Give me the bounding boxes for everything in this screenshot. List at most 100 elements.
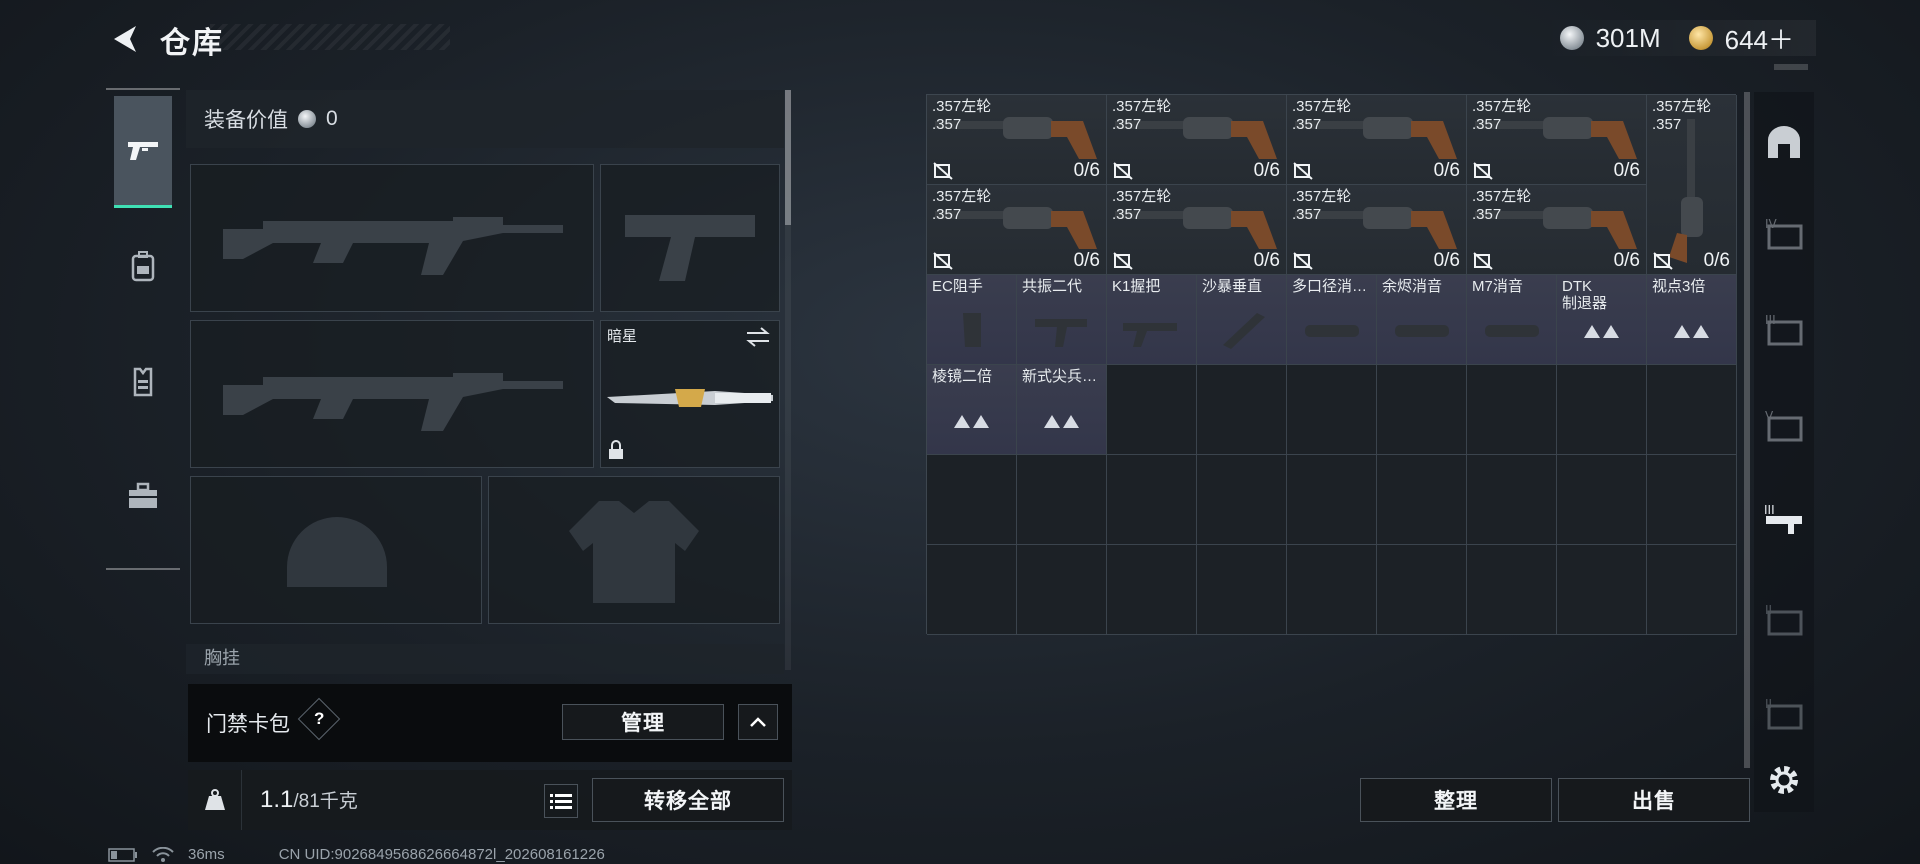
empty-stash-cell[interactable]	[927, 455, 1017, 545]
revolver-item[interactable]: .357左轮 .357 0/6	[1287, 95, 1467, 185]
suppressor-icon	[1395, 325, 1449, 337]
svg-text:IV: IV	[1765, 217, 1778, 231]
empty-stash-cell[interactable]	[1107, 545, 1197, 635]
no-ammo-icon	[1293, 252, 1313, 270]
gold-currency-value[interactable]: 644＋	[1725, 20, 1794, 57]
sell-button[interactable]: 出售	[1558, 778, 1750, 822]
toolbox-icon	[129, 482, 157, 508]
empty-stash-cell[interactable]	[1467, 545, 1557, 635]
weapon-icon	[128, 141, 158, 160]
header-decoration	[1774, 64, 1808, 70]
help-button[interactable]: ?	[297, 697, 341, 741]
empty-stash-cell[interactable]	[1557, 545, 1647, 635]
item-name: .357左轮	[1112, 98, 1172, 115]
attachment-item[interactable]: 共振二代	[1017, 275, 1107, 365]
empty-stash-cell[interactable]	[1467, 455, 1557, 545]
no-ammo-icon	[1653, 252, 1673, 270]
svg-text:II: II	[1765, 697, 1772, 711]
rifle-placeholder-icon	[223, 373, 563, 431]
manage-button[interactable]: 管理	[562, 704, 724, 740]
silver-coin-icon	[298, 110, 316, 128]
attachment-item[interactable]: 多口径消…	[1287, 275, 1377, 365]
revolver-item[interactable]: .357左轮 .357 0/6	[927, 95, 1107, 185]
chest-rig-label: 胸挂	[204, 648, 240, 668]
attachment-item[interactable]: 余烬消音	[1377, 275, 1467, 365]
rail-tab-i[interactable]: II	[1760, 690, 1808, 738]
list-view-button[interactable]	[544, 784, 578, 818]
settings-button[interactable]	[1760, 756, 1808, 804]
attachment-item[interactable]: EC阻手	[927, 275, 1017, 365]
primary-weapon-slot-1[interactable]	[190, 164, 594, 312]
tab-backpack[interactable]	[114, 210, 172, 322]
chest-rig-slot[interactable]: 胸挂	[186, 644, 784, 674]
rail-tab-all[interactable]	[1760, 118, 1808, 166]
rail-tab-ii[interactable]: II	[1760, 596, 1808, 644]
item-ammo-type: .357	[932, 116, 962, 133]
empty-stash-cell[interactable]	[1287, 545, 1377, 635]
back-button[interactable]	[104, 18, 146, 60]
keycard-label: 门禁卡包	[206, 713, 290, 736]
revolver-item[interactable]: .357左轮 .357 0/6	[1647, 95, 1737, 275]
revolver-item[interactable]: .357左轮 .357 0/6	[1467, 185, 1647, 275]
helmet-slot[interactable]	[190, 476, 482, 624]
swap-icon[interactable]	[745, 327, 771, 347]
stash-scrollbar[interactable]	[1744, 92, 1750, 768]
empty-stash-cell[interactable]	[1647, 365, 1737, 455]
transfer-all-button[interactable]: 转移全部	[592, 778, 784, 822]
empty-stash-cell[interactable]	[1107, 365, 1197, 455]
empty-stash-cell[interactable]	[1017, 545, 1107, 635]
empty-stash-cell[interactable]	[1107, 455, 1197, 545]
empty-stash-cell[interactable]	[927, 545, 1017, 635]
placeholder-icon	[1043, 415, 1079, 428]
empty-stash-cell[interactable]	[1017, 455, 1107, 545]
empty-stash-cell[interactable]	[1557, 455, 1647, 545]
empty-stash-cell[interactable]	[1467, 365, 1557, 455]
empty-stash-cell[interactable]	[1197, 365, 1287, 455]
sort-button[interactable]: 整理	[1360, 778, 1552, 822]
weight-current: 1.1	[260, 786, 294, 813]
attachment-item[interactable]: DTK 制退器	[1557, 275, 1647, 365]
item-name: .357左轮	[932, 98, 992, 115]
tab-weapons[interactable]	[114, 96, 172, 208]
rail-tab-iv[interactable]: IV	[1760, 210, 1808, 258]
pistol-slot[interactable]	[600, 164, 780, 312]
revolver-item[interactable]: .357左轮 .357 0/6	[1107, 95, 1287, 185]
loadout-scrollbar[interactable]	[785, 90, 791, 670]
attachment-item[interactable]: 视点3倍	[1647, 275, 1737, 365]
collapse-button[interactable]	[738, 704, 778, 740]
silver-currency-value: 301M	[1595, 22, 1661, 53]
primary-weapon-slot-2[interactable]	[190, 320, 594, 468]
empty-stash-cell[interactable]	[1197, 455, 1287, 545]
attachment-item[interactable]: M7消音	[1467, 275, 1557, 365]
empty-stash-cell[interactable]	[1647, 455, 1737, 545]
revolver-item[interactable]: .357左轮 .357 0/6	[1287, 185, 1467, 275]
empty-stash-cell[interactable]	[1377, 545, 1467, 635]
loadout-panel: 装备价值 0 暗星 胸挂	[186, 90, 786, 760]
attachment-item[interactable]: 棱镜二倍	[927, 365, 1017, 455]
attachment-item[interactable]: K1握把	[1107, 275, 1197, 365]
item-name: 余烬消音	[1382, 278, 1443, 295]
empty-stash-cell[interactable]	[1377, 365, 1467, 455]
empty-stash-cell[interactable]	[1287, 455, 1377, 545]
empty-stash-cell[interactable]	[1197, 545, 1287, 635]
list-icon	[550, 794, 572, 809]
empty-stash-cell[interactable]	[1557, 365, 1647, 455]
rail-tab-attachments[interactable]: III	[1760, 496, 1808, 544]
rail-tab-v[interactable]: V	[1760, 402, 1808, 450]
tab-vest[interactable]	[114, 326, 172, 438]
empty-stash-cell[interactable]	[1287, 365, 1377, 455]
attachment-item[interactable]: 新式尖兵…	[1017, 365, 1107, 455]
rail-tab-iii[interactable]: III	[1760, 306, 1808, 354]
revolver-item[interactable]: .357左轮 .357 0/6	[1467, 95, 1647, 185]
revolver-item[interactable]: .357左轮 .357 0/6	[927, 185, 1107, 275]
armor-slot[interactable]	[488, 476, 780, 624]
revolver-item[interactable]: .357左轮 .357 0/6	[1107, 185, 1287, 275]
item-name: 棱镜二倍	[932, 368, 993, 385]
placeholder-icon	[953, 415, 989, 428]
revolver-icon	[1669, 119, 1703, 263]
melee-slot[interactable]: 暗星	[600, 320, 780, 468]
tab-toolbox[interactable]	[114, 440, 172, 552]
empty-stash-cell[interactable]	[1377, 455, 1467, 545]
attachment-item[interactable]: 沙暴垂直	[1197, 275, 1287, 365]
empty-stash-cell[interactable]	[1647, 545, 1737, 635]
